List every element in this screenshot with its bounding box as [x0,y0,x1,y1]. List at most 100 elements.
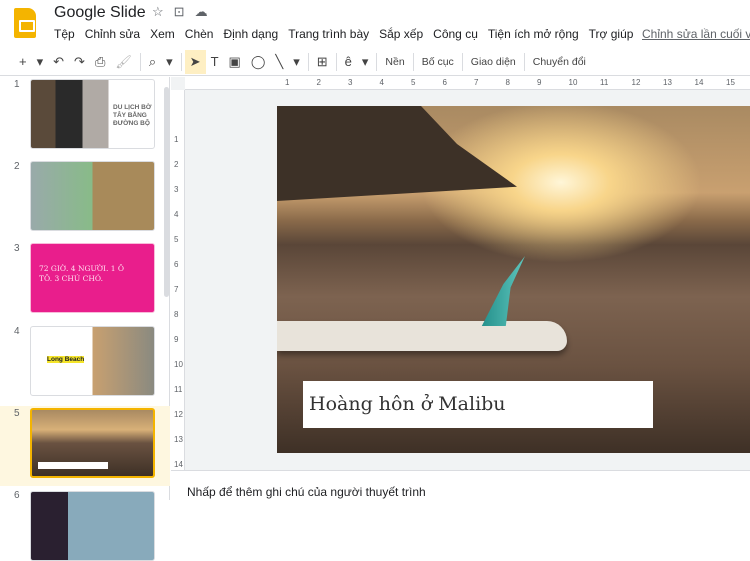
menu-item[interactable]: Định dạng [223,27,278,41]
slide-thumbnail-4[interactable]: Long Beach [30,326,155,396]
slide-3-text: 72 GIỜ. 4 NGƯỜI. 1 Ô TÔ. 3 CHÚ CHÓ. [39,264,125,283]
ruler-tick-label: 8 [505,78,510,87]
menu-item[interactable]: Trang trình bày [288,27,369,41]
slide-number: 1 [14,79,20,90]
editor-canvas: 1 2 3 4 5 6 7 8 9 10 11 12 13 14 15 1 2 3 4 5 6 7 8 9 10 11 12 13 1… [171,77,750,470]
ruler-tick-label: 8 [174,310,179,319]
redo-button[interactable]: ↷ [69,50,90,74]
current-slide[interactable]: Hoàng hôn ở Malibu [277,106,750,453]
speaker-notes[interactable]: Nhấp để thêm ghi chú của người thuyết tr… [171,470,750,500]
image-icon[interactable]: ▣ [224,50,246,74]
paint-format-icon[interactable]: 🖌 [110,50,137,74]
slide-number: 4 [14,326,20,337]
ruler-tick-label: 14 [694,78,704,87]
ruler-tick-label: 10 [568,78,578,87]
menu-item[interactable]: Chèn [185,27,214,41]
divider [307,52,309,71]
zoom-icon[interactable]: ⌕ [144,50,161,74]
ruler-tick-label: 1 [285,78,290,87]
ruler-tick-label: 11 [174,385,183,394]
slide-thumbnail-2[interactable] [30,161,155,231]
input-tools-dropdown[interactable]: ▾ [357,50,374,74]
menu-item[interactable]: Chỉnh sửa [85,27,140,41]
slide-photo-fin [481,256,525,326]
ruler-tick-label: 2 [174,160,179,169]
menu-item[interactable]: Xem [150,27,175,41]
textbox-icon[interactable]: T [206,50,224,74]
slides-logo[interactable] [14,8,36,38]
horizontal-ruler: 1 2 3 4 5 6 7 8 9 10 11 12 13 14 15 [185,77,750,90]
divider [461,52,463,71]
comment-icon[interactable]: ⊞ [312,50,333,74]
ruler-tick-label: 12 [631,78,641,87]
menu-item[interactable]: Công cụ [433,27,478,41]
ruler-tick-label: 5 [174,235,179,244]
line-dropdown[interactable]: ▾ [288,50,305,74]
menu-item[interactable]: Sắp xếp [379,27,423,41]
slide-number: 3 [14,243,20,254]
layout-button[interactable]: Bố cục [417,50,459,74]
line-icon[interactable]: ╲ [270,50,288,74]
ruler-tick-label: 3 [174,185,179,194]
ruler-tick-label: 9 [537,78,542,87]
slide-4-title: Long Beach [47,356,85,363]
new-slide-button[interactable]: + [14,50,32,74]
ruler-tick-label: 12 [174,410,183,419]
ruler-tick-label: 3 [348,78,353,87]
transition-button[interactable]: Chuyển đổi [528,50,591,74]
last-edit-link[interactable]: Chỉnh sửa lần cuối và [642,27,750,41]
new-slide-dropdown[interactable]: ▾ [32,50,49,74]
menu-bar: Tệp Chỉnh sửa Xem Chèn Định dạng Trang trình … [54,27,633,41]
slide-photo-surfboard [277,321,567,351]
menu-item[interactable]: Tiện ích mở rộng [488,27,579,41]
ruler-tick-label: 15 [726,78,735,87]
divider [139,52,141,71]
folder-move-icon[interactable]: ⊡ [174,4,185,20]
slide-photo-mountain [277,106,517,201]
doc-title[interactable]: Google Slide [54,4,146,22]
divider [523,52,525,71]
star-icon[interactable]: ☆ [152,4,164,20]
print-icon[interactable]: ⎙ [90,50,110,74]
ruler-tick-label: 13 [174,435,183,444]
ruler-tick-label: 11 [600,78,609,87]
ruler-tick-label: 7 [474,78,479,87]
slide-thumbnail-1[interactable]: DU LỊCH BỜ TÂY BẰNG ĐƯỜNG BỘ [30,79,155,149]
filmstrip: 1 DU LỊCH BỜ TÂY BẰNG ĐƯỜNG BỘ 2 3 72 GI… [0,77,170,561]
menu-item[interactable]: Tệp [54,27,75,41]
slide-number: 2 [14,161,20,172]
slide-caption[interactable]: Hoàng hôn ở Malibu [303,381,653,428]
slide-1-title: DU LỊCH BỜ TÂY BẰNG ĐƯỜNG BỘ [113,104,152,127]
undo-button[interactable]: ↶ [48,50,69,74]
zoom-dropdown[interactable]: ▾ [161,50,178,74]
filmstrip-scrollbar[interactable] [164,87,169,297]
select-tool-icon[interactable]: ➤ [184,49,206,74]
slide-5-caption-box [38,462,108,469]
ruler-tick-label: 4 [174,210,179,219]
slide-number: 5 [14,408,20,419]
divider [335,52,337,71]
ruler-tick-label: 9 [174,335,179,344]
ruler-tick-label: 10 [174,360,183,369]
vertical-ruler: 1 2 3 4 5 6 7 8 9 10 11 12 13 14 [171,90,185,470]
ruler-tick-label: 2 [316,78,321,87]
ruler-tick-label: 4 [379,78,384,87]
slide-thumbnail-5[interactable] [30,408,155,478]
ruler-tick-label: 5 [411,78,416,87]
ruler-tick-label: 6 [442,78,447,87]
input-tools-icon[interactable]: ê [340,50,357,74]
divider [412,52,414,71]
slide-thumbnail-6[interactable] [30,491,155,561]
divider [376,52,378,71]
theme-button[interactable]: Giao diện [466,50,521,74]
shape-icon[interactable]: ◯ [246,50,271,74]
ruler-tick-label: 13 [663,78,672,87]
divider [180,52,182,71]
background-button[interactable]: Nền [380,50,409,74]
cloud-icon[interactable]: ☁ [195,4,208,20]
ruler-tick-label: 6 [174,260,179,269]
slide-thumbnail-3[interactable]: 72 GIỜ. 4 NGƯỜI. 1 Ô TÔ. 3 CHÚ CHÓ. [30,243,155,313]
ruler-tick-label: 1 [174,135,179,144]
ruler-tick-label: 7 [174,285,179,294]
menu-item[interactable]: Trợ giúp [589,27,634,41]
